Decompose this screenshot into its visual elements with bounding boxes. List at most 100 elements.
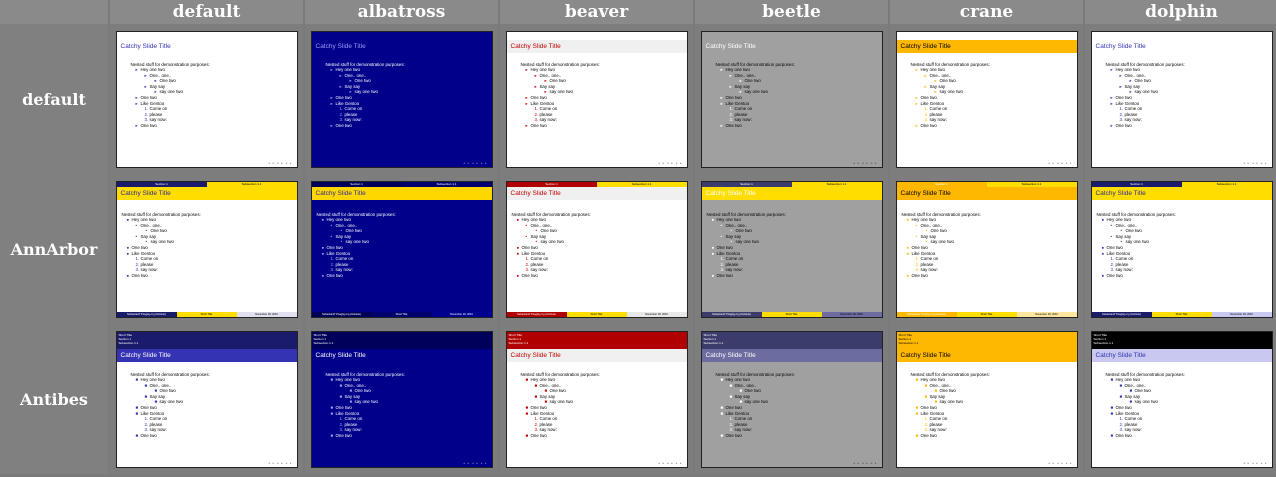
slide-cell-default-dolphin: Catchy Slide Title Nested stuff for demon…	[1085, 24, 1276, 174]
list-item-text: Hey one two	[530, 67, 555, 73]
list-item-text: Come on	[149, 416, 168, 422]
list-item-text: Like Gentoo	[1115, 410, 1140, 416]
navigation-icons[interactable]: ◂ ▸ ◂ ▸ ◂ ▸	[463, 161, 487, 165]
slide-thumbnail[interactable]: Section 1 Subsection 1.1 SebastianP Poagbg…	[310, 180, 493, 318]
list-item-text: Hey one two	[1106, 217, 1131, 223]
footer-author: SebastianP Poagbg.org (Institute)	[701, 311, 762, 317]
mini-toc: Short Title Section 1 Subsection 1.1	[311, 331, 492, 349]
slide-thumbnail[interactable]: Section 1 Subsection 1.1 SebastianP Poagbg…	[505, 180, 688, 318]
slide-body: Nested stuff for demonstration purposes:…	[716, 372, 795, 439]
list-item-text: One two	[725, 405, 742, 411]
list-item-text: Say say	[734, 393, 751, 399]
list-item-text: say one two	[549, 89, 573, 95]
slide-cell-AnnArbor-crane: Section 1 Subsection 1.1 SebastianP Poagbg…	[890, 174, 1083, 324]
navigation-icons[interactable]: ◂ ▸ ◂ ▸ ◂ ▸	[463, 461, 487, 465]
list-item-text: One two	[725, 95, 742, 101]
list-item: ▸ One two	[131, 123, 210, 129]
list-item-text: Say say	[539, 83, 556, 89]
list-item-text: Say say	[929, 83, 946, 89]
slide-title: Catchy Slide Title	[506, 186, 687, 200]
list-item-text: Say say	[1124, 393, 1141, 399]
slide-cell-default-beetle: Catchy Slide Title Nested stuff for demon…	[695, 24, 888, 174]
slide-thumbnail[interactable]: Catchy Slide Title Nested stuff for demon…	[505, 30, 688, 168]
list-item: ■ One two	[521, 433, 600, 439]
navigation-icons[interactable]: ◂ ▸ ◂ ▸ ◂ ▸	[853, 461, 877, 465]
navigation-icons[interactable]: ◂ ▸ ◂ ▸ ◂ ▸	[268, 461, 292, 465]
column-header-dolphin: dolphin	[1085, 0, 1276, 24]
slide-thumbnail[interactable]: Short Title Section 1 Subsection 1.1 Catchy…	[1090, 330, 1273, 468]
slide-thumbnail[interactable]: Catchy Slide Title Nested stuff for demon…	[700, 30, 883, 168]
list-item-text: please	[335, 261, 349, 267]
mini-toc: Short Title Section 1 Subsection 1.1	[1091, 331, 1272, 349]
footer-title: Short Title	[956, 311, 1017, 317]
list-item-text: please	[149, 421, 163, 427]
slide-thumbnail[interactable]: Section 1 Subsection 1.1 SebastianP Poagbg…	[895, 180, 1078, 318]
toc-subsection[interactable]: Subsection 1.1	[314, 341, 490, 345]
list-item-text: say now:	[530, 267, 548, 273]
list-item-text: One two	[1115, 123, 1132, 129]
navigation-icons[interactable]: ◂ ▸ ◂ ▸ ◂ ▸	[268, 161, 292, 165]
list-item-text: Hey one two	[521, 217, 546, 223]
slide-thumbnail[interactable]: Section 1 Subsection 1.1 SebastianP Poagbg…	[1090, 180, 1273, 318]
navigation-icons[interactable]: ◂ ▸ ◂ ▸ ◂ ▸	[658, 161, 682, 165]
slide-body: Nested stuff for demonstration purposes:…	[716, 62, 795, 129]
list-item-text: One.. one..	[539, 382, 562, 388]
slide-thumbnail[interactable]: Catchy Slide Title Nested stuff for demon…	[310, 30, 493, 168]
slide-thumbnail[interactable]: Catchy Slide Title Nested stuff for demon…	[115, 30, 298, 168]
slide-thumbnail[interactable]: Section 1 Subsection 1.1 SebastianP Poagbg…	[700, 180, 883, 318]
slide-thumbnail[interactable]: Catchy Slide Title Nested stuff for demon…	[1090, 30, 1273, 168]
list-item-text: One two	[354, 388, 371, 394]
navigation-icons[interactable]: ◂ ▸ ◂ ▸ ◂ ▸	[1243, 161, 1267, 165]
list-item-text: say one two	[939, 399, 963, 405]
list-item-text: One.. one..	[1124, 382, 1147, 388]
navigation-icons[interactable]: ◂ ▸ ◂ ▸ ◂ ▸	[1048, 161, 1072, 165]
slide-thumbnail[interactable]: Short Title Section 1 Subsection 1.1 Catchy…	[310, 330, 493, 468]
navigation-icons[interactable]: ◂ ▸ ◂ ▸ ◂ ▸	[1048, 461, 1072, 465]
slide-body: Nested stuff for demonstration purposes:…	[131, 62, 210, 129]
footer-bar: SebastianP Poagbg.org (Institute) Short T…	[896, 311, 1077, 317]
navigation-icons[interactable]: ◂ ▸ ◂ ▸ ◂ ▸	[1243, 461, 1267, 465]
list-item: ● One two	[122, 273, 201, 279]
list-item-text: One.. one..	[734, 72, 757, 78]
list-item-text: Come on	[1124, 106, 1143, 112]
slide-thumbnail[interactable]: Short Title Section 1 Subsection 1.1 Catchy…	[895, 330, 1078, 468]
slide-body: Nested stuff for demonstration purposes:…	[131, 372, 210, 439]
slide-title: Catchy Slide Title	[311, 186, 492, 200]
slide-title: Catchy Slide Title	[116, 348, 297, 362]
slide-body: Nested stuff for demonstration purposes:…	[326, 62, 405, 129]
toc-subsection[interactable]: Subsection 1.1	[899, 341, 1075, 345]
list-item-text: say now:	[539, 117, 557, 123]
toc-subsection[interactable]: Subsection 1.1	[119, 341, 295, 345]
slide-thumbnail[interactable]: Catchy Slide Title Nested stuff for demon…	[895, 30, 1078, 168]
slide-title: Catchy Slide Title	[1091, 186, 1272, 200]
column-header-albatross: albatross	[305, 0, 498, 24]
toc-subsection[interactable]: Subsection 1.1	[509, 341, 685, 345]
footer-bar: SebastianP Poagbg.org (Institute) Short T…	[701, 311, 882, 317]
slide-body: Nested stuff for demonstration purposes:…	[1097, 212, 1176, 279]
slide-thumbnail[interactable]: Short Title Section 1 Subsection 1.1 Catchy…	[115, 330, 298, 468]
list-item-text: Come on	[929, 106, 948, 112]
row-header-AnnArbor: AnnArbor	[0, 174, 108, 324]
list-item-text: say now:	[1115, 267, 1133, 273]
slide-thumbnail[interactable]: Section 1 Subsection 1.1 SebastianP Poagbg…	[115, 180, 298, 318]
navigation-icons[interactable]: ◂ ▸ ◂ ▸ ◂ ▸	[853, 161, 877, 165]
toc-subsection[interactable]: Subsection 1.1	[1094, 341, 1270, 345]
slide-title: Catchy Slide Title	[701, 348, 882, 362]
slide-thumbnail[interactable]: Short Title Section 1 Subsection 1.1 Catchy…	[700, 330, 883, 468]
list-item-text: One two	[530, 123, 547, 129]
list-item-text: One two	[1115, 95, 1132, 101]
toc-subsection[interactable]: Subsection 1.1	[704, 341, 880, 345]
list-item-text: Like Gentoo	[521, 250, 546, 256]
list-item-text: Like Gentoo	[131, 250, 156, 256]
list-item-text: Hey one two	[920, 377, 945, 383]
slide-title: Catchy Slide Title	[896, 39, 1077, 53]
footer-title: Short Title	[566, 311, 627, 317]
list-item-text: say one two	[549, 399, 573, 405]
slide-thumbnail[interactable]: Short Title Section 1 Subsection 1.1 Catchy…	[505, 330, 688, 468]
list-item-text: Say say	[929, 393, 946, 399]
list-item-text: Hey one two	[140, 377, 165, 383]
list-item: ▸ One two	[1106, 123, 1185, 129]
footer-author: SebastianP Poagbg.org (Institute)	[896, 311, 957, 317]
navigation-icons[interactable]: ◂ ▸ ◂ ▸ ◂ ▸	[658, 461, 682, 465]
list-item-text: Like Gentoo	[716, 250, 741, 256]
